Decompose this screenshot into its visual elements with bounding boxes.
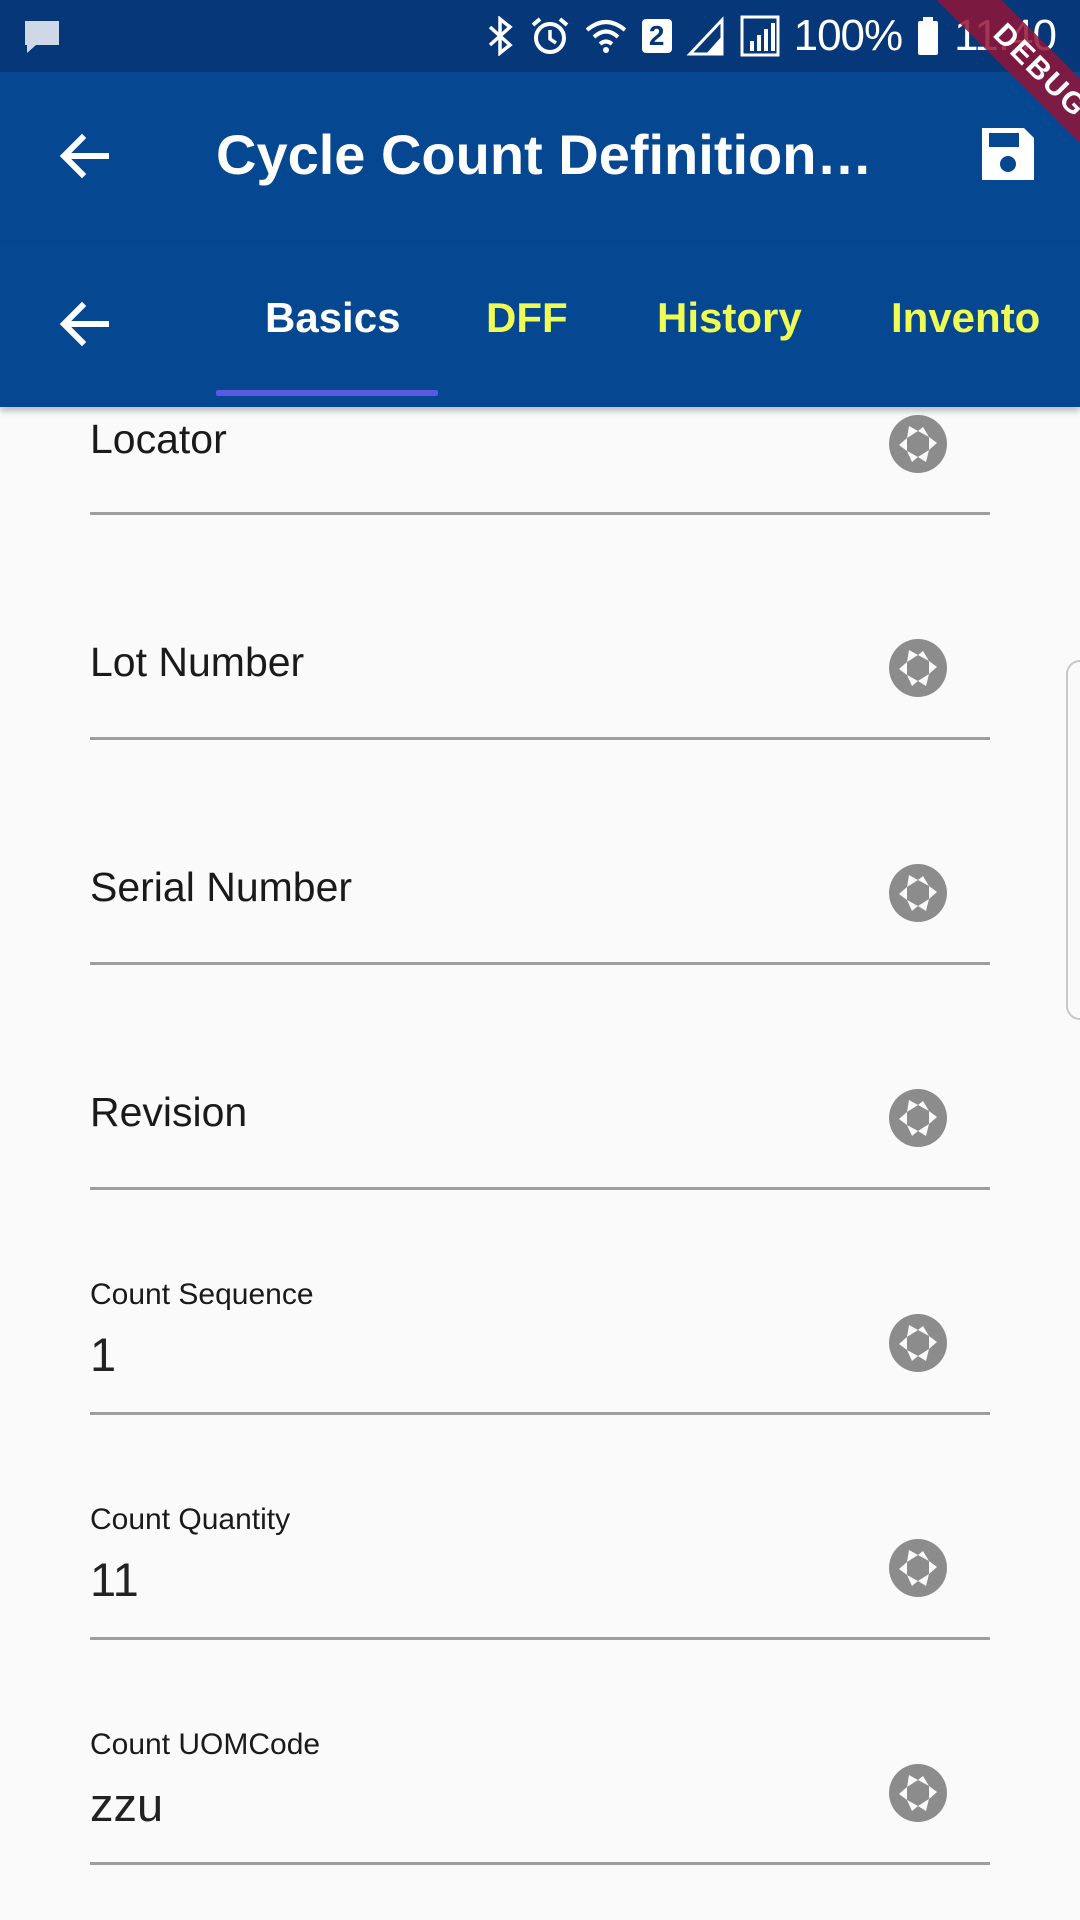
sim-badge: 2 [641,19,672,53]
message-icon [22,18,62,61]
tab-bar: Basics DFF History Invento [0,242,1080,407]
field-label: Count Quantity [90,1503,291,1536]
camera-shutter-icon[interactable] [888,863,948,923]
tab-indicator [216,390,438,396]
tab-basics[interactable]: Basics [265,294,400,342]
field-label: Serial Number [90,864,353,910]
count-quantity-field[interactable]: Count Quantity 11 [90,1415,990,1640]
field-underline [90,1862,990,1865]
debug-banner: DEBUG [890,0,1080,190]
serial-number-field[interactable]: Serial Number [90,740,990,965]
debug-banner-label: DEBUG [931,0,1080,180]
wifi-icon [584,16,628,56]
revision-field[interactable]: Revision [90,965,990,1190]
camera-shutter-icon[interactable] [888,1313,948,1373]
field-label: Count Sequence [90,1278,314,1311]
count-uom-code-field[interactable]: Count UOMCode zzu [90,1640,990,1865]
arrow-back-icon[interactable] [56,128,112,184]
field-value: 1 [90,1328,117,1381]
camera-shutter-icon[interactable] [888,1538,948,1598]
lot-number-field[interactable]: Lot Number [90,515,990,740]
edge-panel-handle[interactable] [1066,660,1080,1020]
tab-inventory[interactable]: Invento [891,294,1040,342]
arrow-back-icon[interactable] [56,296,112,352]
camera-shutter-icon[interactable] [888,1088,948,1148]
alarm-icon [530,16,570,56]
count-sequence-field[interactable]: Count Sequence 1 [90,1190,990,1415]
field-value: zzu [90,1778,164,1831]
bluetooth-icon [486,16,516,56]
page-title: Cycle Count Definitions Form [216,123,886,186]
form-content: Locator Lot Number Serial Number Revisio… [0,407,1080,1920]
field-label: Locator [90,416,227,462]
field-label: Lot Number [90,639,305,685]
battery-percent: 100% [793,11,904,60]
field-label: Revision [90,1089,248,1135]
tab-history[interactable]: History [657,294,802,342]
signal-icon [686,16,726,56]
signal-icon-2 [740,15,780,57]
locator-field[interactable]: Locator [90,407,990,515]
field-value: 11 [90,1553,139,1606]
camera-shutter-icon[interactable] [888,638,948,698]
camera-shutter-icon[interactable] [888,414,948,474]
field-label: Count UOMCode [90,1728,321,1761]
tab-dff[interactable]: DFF [486,294,568,342]
camera-shutter-icon[interactable] [888,1763,948,1823]
